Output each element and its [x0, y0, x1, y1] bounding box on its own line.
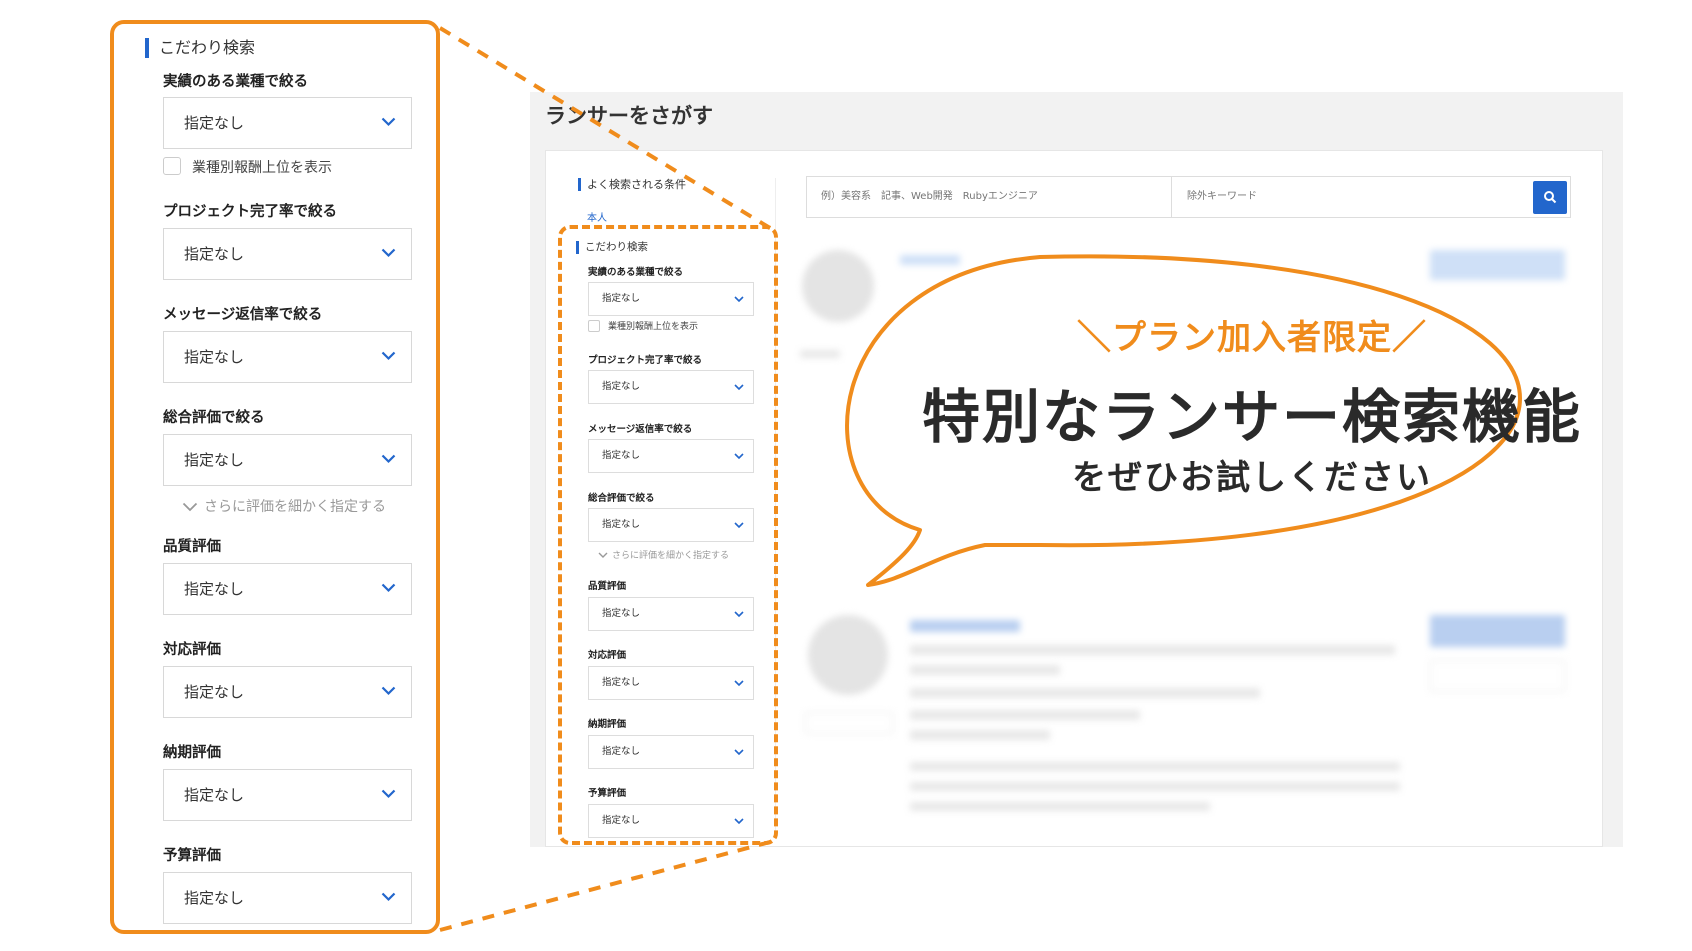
promo-headline: 特別なランサー検索機能 — [921, 383, 1582, 451]
promo-note: をぜひお試しください — [1072, 458, 1432, 498]
promo-subtitle: ＼プラン加入者限定／ — [1077, 318, 1427, 358]
